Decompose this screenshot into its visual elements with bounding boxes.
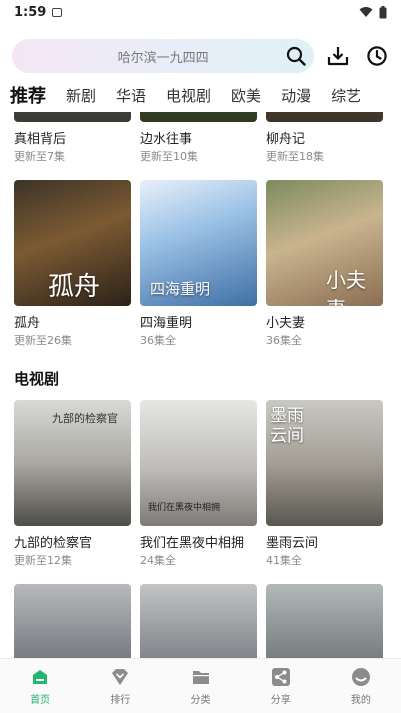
profile-icon (351, 667, 370, 686)
tabbar-category[interactable]: 分类 (160, 659, 240, 713)
bottom-tab-bar: 首页 排行 分类 分享 我的 (0, 658, 401, 713)
grid-row-3 (14, 584, 383, 658)
poster-title-text: 孤舟 (48, 272, 101, 302)
grid-row-0: 真相背后 更新至7集 边水往事 更新至10集 柳舟记 更新至18集 (14, 112, 383, 164)
card-episodes: 36集全 (140, 334, 176, 347)
tab-recommend[interactable]: 推荐 (10, 82, 46, 108)
download-icon (328, 47, 349, 66)
poster-image (14, 112, 131, 122)
card-episodes: 更新至26集 (14, 334, 72, 347)
tab-western[interactable]: 欧美 (231, 85, 261, 106)
poster-image (266, 112, 383, 122)
history-icon (367, 46, 387, 66)
video-card[interactable]: 小夫妻 小夫妻 36集全 (266, 180, 383, 348)
content-feed[interactable]: 真相背后 更新至7集 边水往事 更新至10集 柳舟记 更新至18集 孤舟 孤舟 … (0, 112, 401, 658)
card-title: 墨雨云间 (266, 536, 319, 551)
grid-row-2: 九部的检察官 九部的检察官 更新至12集 我们在黑夜中相拥 我们在黑夜中相拥 2… (14, 400, 383, 568)
card-title: 边水往事 (140, 132, 193, 147)
card-episodes: 24集全 (140, 554, 176, 567)
card-title: 我们在黑夜中相拥 (140, 536, 245, 551)
video-card[interactable]: 真相背后 更新至7集 (14, 112, 131, 164)
tabbar-home[interactable]: 首页 (0, 659, 80, 713)
tab-new[interactable]: 新剧 (66, 85, 96, 106)
search-input[interactable]: 哈尔滨一九四四 (12, 39, 315, 73)
video-card[interactable] (140, 584, 257, 658)
card-title: 真相背后 (14, 132, 67, 147)
card-episodes: 更新至7集 (14, 150, 65, 163)
card-title: 九部的检察官 (14, 536, 93, 551)
sim-icon (52, 7, 63, 17)
category-tabs: 推荐 新剧 华语 电视剧 欧美 动漫 综艺 (0, 80, 401, 110)
video-card[interactable]: 柳舟记 更新至18集 (266, 112, 383, 164)
poster-image: 小夫妻 (266, 180, 383, 306)
card-title: 四海重明 (140, 316, 193, 331)
tabbar-label: 分享 (270, 694, 291, 706)
video-card[interactable]: 四海重明 四海重明 36集全 (140, 180, 257, 348)
poster-title-text: 我们在黑夜中相拥 (148, 503, 221, 513)
search-row: 哈尔滨一九四四 (12, 38, 392, 74)
poster-title-text: 四海重明 (150, 280, 211, 298)
video-card[interactable] (14, 584, 131, 658)
tabbar-label: 排行 (110, 694, 131, 706)
poster-image (14, 584, 131, 658)
poster-title-text: 九部的检察官 (52, 412, 118, 425)
rank-icon (112, 668, 129, 685)
poster-image: 四海重明 (140, 180, 257, 306)
grid-row-1: 孤舟 孤舟 更新至26集 四海重明 四海重明 36集全 小夫妻 小夫妻 36集全 (14, 180, 383, 348)
poster-image: 我们在黑夜中相拥 (140, 400, 257, 526)
tabbar-profile[interactable]: 我的 (321, 659, 401, 713)
card-episodes: 更新至12集 (14, 554, 72, 567)
battery-icon (379, 5, 387, 18)
status-time: 1:59 (14, 4, 47, 20)
video-card[interactable]: 九部的检察官 九部的检察官 更新至12集 (14, 400, 131, 568)
video-card[interactable]: 孤舟 孤舟 更新至26集 (14, 180, 131, 348)
tab-variety[interactable]: 综艺 (331, 85, 361, 106)
tabbar-share[interactable]: 分享 (241, 659, 321, 713)
tab-tv[interactable]: 电视剧 (166, 85, 211, 106)
poster-image: 墨雨云间 (266, 400, 383, 526)
card-episodes: 更新至10集 (140, 150, 198, 163)
wifi-icon (359, 7, 373, 17)
card-episodes: 41集全 (266, 554, 302, 567)
tabbar-label: 首页 (30, 694, 51, 706)
poster-image (140, 112, 257, 122)
tabbar-rank[interactable]: 排行 (80, 659, 160, 713)
video-card[interactable]: 我们在黑夜中相拥 我们在黑夜中相拥 24集全 (140, 400, 257, 568)
video-card[interactable]: 墨雨云间 墨雨云间 41集全 (266, 400, 383, 568)
tabbar-label: 分类 (190, 694, 211, 706)
status-icons (359, 5, 387, 19)
history-button[interactable] (362, 41, 392, 71)
share-icon (271, 667, 290, 686)
video-card[interactable]: 边水往事 更新至10集 (140, 112, 257, 164)
poster-image (140, 584, 257, 658)
tab-anime[interactable]: 动漫 (281, 85, 311, 106)
search-icon[interactable] (286, 46, 307, 66)
download-button[interactable] (323, 41, 353, 71)
poster-image: 孤舟 (14, 180, 131, 306)
card-title: 小夫妻 (266, 316, 306, 331)
poster-title-text: 小夫妻 (326, 268, 366, 306)
category-icon (192, 670, 209, 684)
poster-image (266, 584, 383, 658)
tabbar-label: 我的 (350, 694, 371, 706)
card-episodes: 更新至18集 (266, 150, 324, 163)
card-episodes: 36集全 (266, 334, 302, 347)
poster-title-text: 墨雨云间 (270, 406, 304, 446)
status-bar: 1:59 (0, 0, 401, 24)
poster-image: 九部的检察官 (14, 400, 131, 526)
card-title: 孤舟 (14, 316, 41, 331)
video-card[interactable] (266, 584, 383, 658)
tab-chinese[interactable]: 华语 (116, 85, 146, 106)
card-title: 柳舟记 (266, 132, 306, 147)
section-title-tv: 电视剧 (14, 370, 60, 388)
home-icon (33, 669, 48, 684)
search-placeholder: 哈尔滨一九四四 (117, 50, 209, 66)
